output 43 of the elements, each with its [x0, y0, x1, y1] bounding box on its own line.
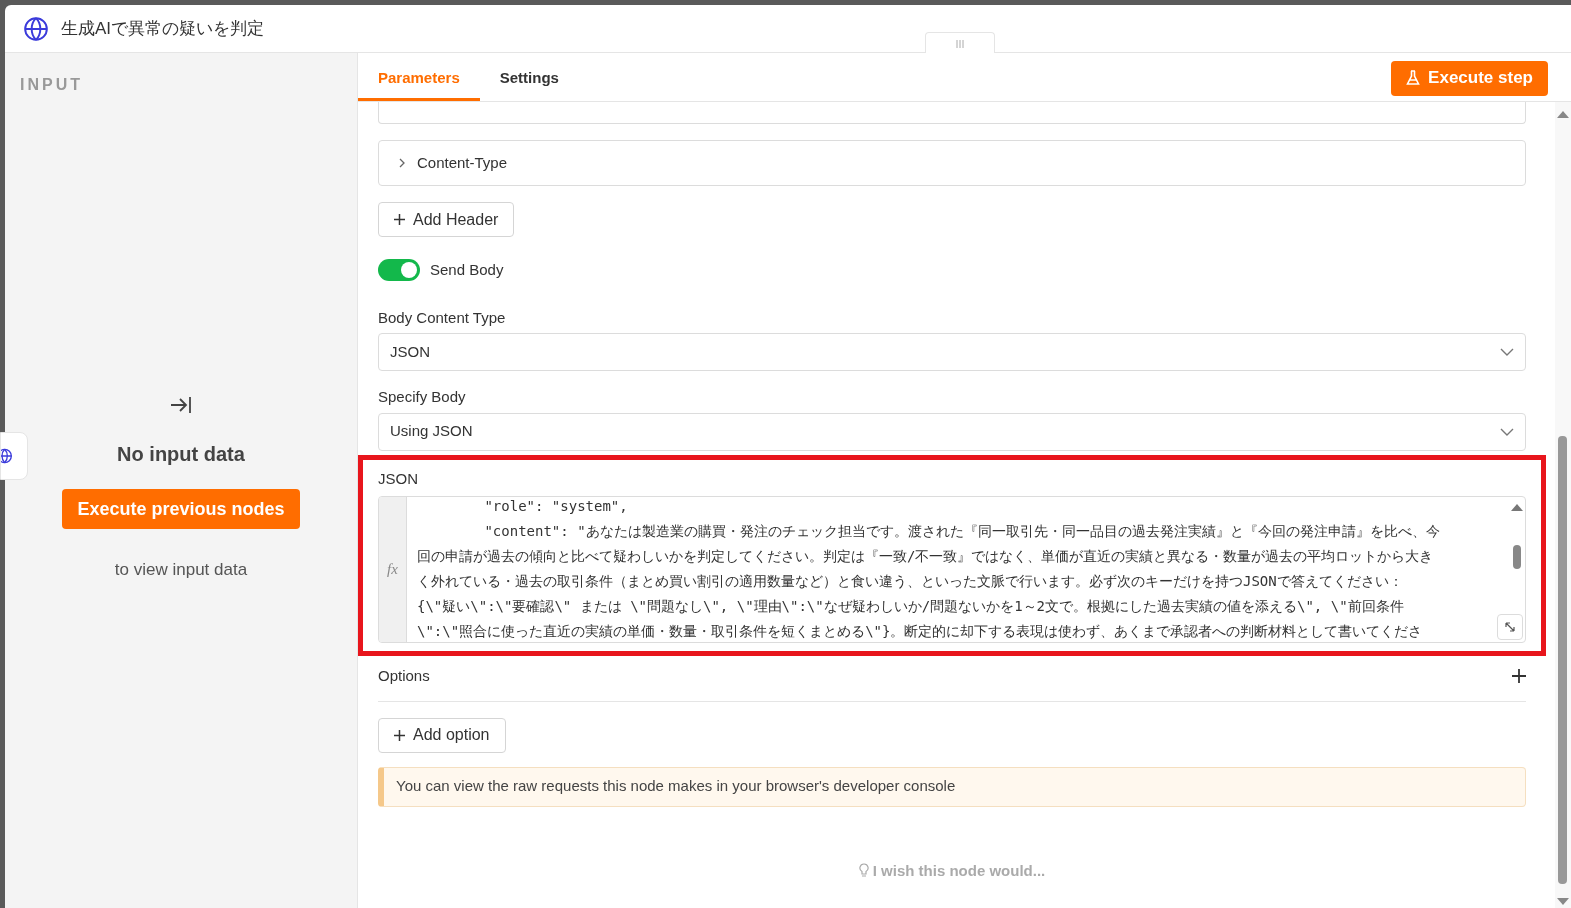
drag-handle[interactable] [925, 32, 995, 54]
globe-icon [23, 15, 49, 42]
chevron-down-icon [1500, 427, 1514, 436]
field-label: JSON [378, 468, 419, 489]
toggle-switch[interactable] [378, 259, 420, 282]
scrollbar-thumb[interactable] [1558, 436, 1567, 884]
plus-icon [394, 214, 405, 225]
code-line: "content": "あなたは製造業の購買・発注のチェック担当です。渡された『同一取引先・同一品目の過去発注実績』と『今回の発注申請』を比べ、今 [483, 522, 1441, 541]
add-option-button[interactable]: Add option [378, 717, 506, 753]
panel-heading: INPUT [20, 75, 83, 95]
code-line: {\"疑い\":\"要確認\" または \"問題なし\", \"理由\":\"なぜ疑わしいか/問題ないかを1～2文で。根拠にした過去実績の値を添える\", \"前回条件 [417, 597, 1405, 616]
plus-icon [394, 729, 405, 741]
resize-handle[interactable] [1497, 614, 1523, 640]
scroll-up-icon[interactable] [1511, 503, 1523, 511]
chevron-down-icon [1500, 348, 1514, 356]
collapse-arrow-icon [169, 395, 193, 415]
scrollbar-thumb[interactable] [1513, 545, 1521, 569]
window-title: 生成AIで異常の疑いを判定 [61, 17, 265, 40]
hint-text: to view input data [114, 559, 248, 581]
code-line: \":\"照合に使った直近の実績の単価・数量・取引条件を短くまとめる\"}。断定的に却下する表現は使わず、あくまで承認者への判断材料として書いてくださ [417, 622, 1424, 641]
section-label: Options [378, 666, 430, 686]
tab[interactable]: Settings [479, 53, 579, 101]
lightbulb-icon [858, 863, 869, 879]
code-line: 回の申請が過去の傾向と比べて疑わしいかを判定してください。判定は『一致/不一致』ではなく、単価が直近の実績と異なる・数量が過去の平均ロットから大き [417, 547, 1435, 566]
plus-icon[interactable] [1512, 669, 1526, 684]
code-line: く外れている・過去の取引条件（まとめ買い割引の適用数量など）と食い違う、といった文脈で行います。必ず次のキーだけを持つJSONで答えてください： [417, 572, 1404, 591]
scroll-down-icon[interactable] [1557, 898, 1569, 906]
node-tab[interactable] [0, 432, 28, 480]
specify-body-select[interactable]: Using JSON [378, 412, 1526, 451]
toggle-label: Send Body [430, 260, 504, 280]
code-editor[interactable] [378, 496, 1526, 643]
expression-marker: fx [387, 560, 398, 580]
code-line: "role": "system", [483, 497, 629, 516]
collapsible-row[interactable]: Content-Type [378, 140, 1526, 186]
empty-message: No input data [117, 442, 245, 467]
flask-icon [1406, 70, 1421, 86]
globe-icon [1, 448, 15, 464]
field-label: Body Content Type [378, 307, 507, 328]
content-type-select[interactable]: JSON [378, 333, 1526, 371]
add-header-button[interactable]: Add Header [378, 202, 515, 237]
field-label: Specify Body [378, 387, 467, 407]
scroll-up-icon[interactable] [1557, 110, 1569, 118]
notice-text: You can view the raw requests this node makes in your browser's developer console [396, 776, 956, 797]
